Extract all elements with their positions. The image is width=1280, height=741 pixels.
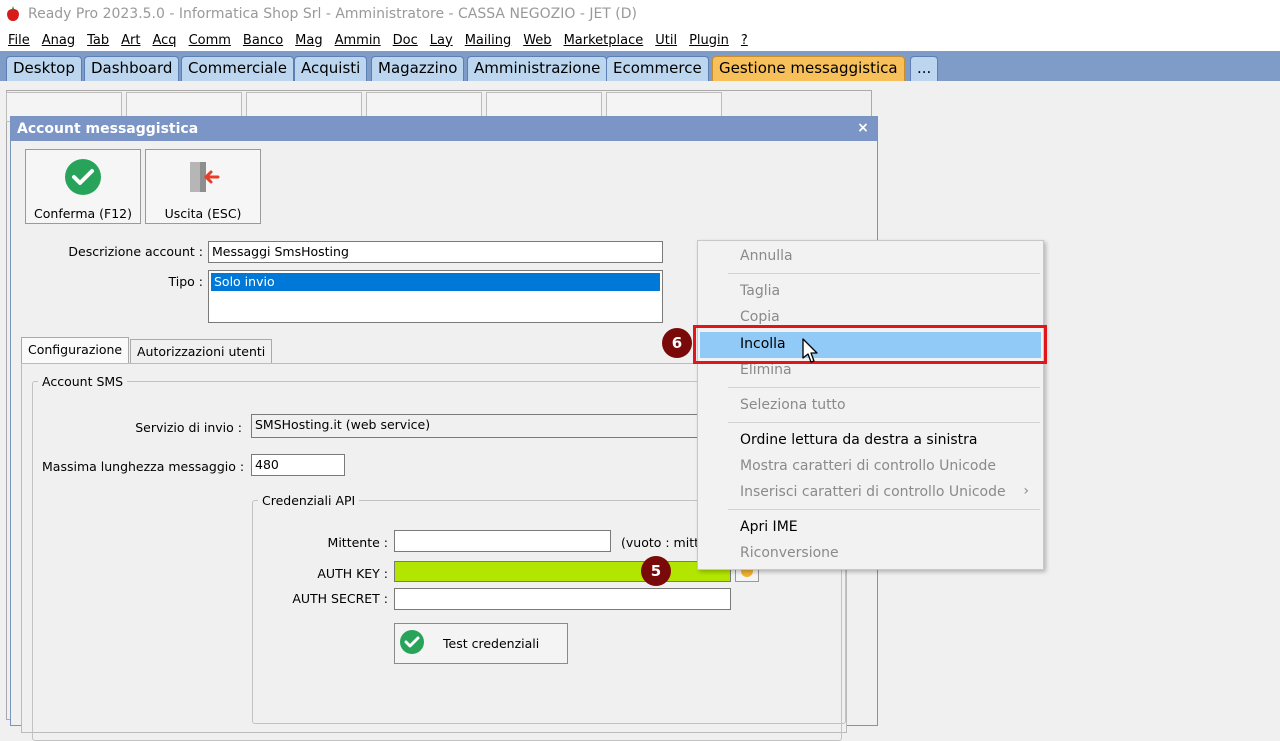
window-title-bar: Ready Pro 2023.5.0 - Informatica Shop Sr… bbox=[0, 0, 1280, 29]
menu-plugin[interactable]: Plugin bbox=[685, 33, 737, 48]
credenziali-api-group-title: Credenziali API bbox=[258, 493, 360, 508]
tipo-listbox[interactable]: Solo invio bbox=[208, 270, 663, 323]
tab-desktop[interactable]: Desktop bbox=[6, 56, 82, 81]
exit-label: Uscita (ESC) bbox=[164, 206, 242, 221]
tab-gestione-messaggistica[interactable]: Gestione messaggistica bbox=[712, 56, 905, 81]
test-credenziali-label: Test credenziali bbox=[443, 636, 540, 651]
tab-ecommerce[interactable]: Ecommerce bbox=[606, 56, 709, 81]
menu-doc[interactable]: Doc bbox=[389, 33, 426, 48]
exit-door-icon bbox=[190, 162, 220, 192]
menu-banco[interactable]: Banco bbox=[239, 33, 291, 48]
menu-item-riconversione[interactable]: Riconversione bbox=[700, 541, 1041, 567]
menu-item-ordine-lettura[interactable]: Ordine lettura da destra a sinistra bbox=[700, 428, 1041, 454]
menu-ammin[interactable]: Ammin bbox=[331, 33, 389, 48]
tab-configurazione[interactable]: Configurazione bbox=[21, 337, 130, 364]
tipo-label: Tipo : bbox=[168, 274, 204, 289]
auth-key-label: AUTH KEY : bbox=[317, 566, 388, 581]
step-badge-5: 5 bbox=[641, 556, 671, 586]
max-len-label: Massima lunghezza messaggio : bbox=[42, 459, 245, 474]
tab-commerciale[interactable]: Commerciale bbox=[181, 56, 294, 81]
account-sms-group-title: Account SMS bbox=[38, 374, 128, 389]
tab-acquisti[interactable]: Acquisti bbox=[294, 56, 368, 81]
test-credenziali-button[interactable]: Test credenziali bbox=[394, 623, 568, 664]
mouse-cursor-icon bbox=[802, 338, 818, 363]
auth-secret-label: AUTH SECRET : bbox=[292, 591, 388, 606]
tab-dashboard[interactable]: Dashboard bbox=[84, 56, 180, 81]
menu-acq[interactable]: Acq bbox=[148, 33, 184, 48]
menu-tab[interactable]: Tab bbox=[83, 33, 117, 48]
menu-item-seleziona-tutto[interactable]: Seleziona tutto bbox=[700, 393, 1041, 419]
menu-item-annulla[interactable]: Annulla bbox=[700, 244, 1041, 270]
auth-key-input[interactable] bbox=[394, 561, 731, 582]
tab-amministrazione[interactable]: Amministrazione bbox=[467, 56, 608, 81]
step-badge-6: 6 bbox=[662, 328, 692, 358]
mittente-label: Mittente : bbox=[327, 535, 388, 550]
menu-separator bbox=[728, 509, 1040, 510]
mittente-input[interactable] bbox=[394, 530, 611, 552]
menu-mailing[interactable]: Mailing bbox=[461, 33, 520, 48]
auth-secret-input[interactable] bbox=[394, 588, 731, 610]
menu-item-inserisci-label: Inserisci caratteri di controllo Unicode bbox=[740, 484, 1006, 500]
menu-item-apri-ime[interactable]: Apri IME bbox=[700, 515, 1041, 541]
tab-more[interactable]: ... bbox=[910, 56, 939, 81]
tab-autorizzazioni-utenti[interactable]: Autorizzazioni utenti bbox=[130, 339, 273, 363]
dialog-title: Account messaggistica bbox=[11, 117, 877, 141]
menu-util[interactable]: Util bbox=[651, 33, 685, 48]
menu-item-mostra-caratteri[interactable]: Mostra caratteri di controllo Unicode bbox=[700, 454, 1041, 480]
confirm-label: Conferma (F12) bbox=[34, 206, 132, 221]
strawberry-app-icon bbox=[7, 6, 19, 21]
menu-separator bbox=[728, 422, 1040, 423]
check-circle-icon bbox=[400, 630, 424, 654]
tipo-option-selected[interactable]: Solo invio bbox=[211, 273, 660, 291]
menu-separator bbox=[728, 387, 1040, 388]
highlight-box bbox=[693, 325, 1047, 364]
check-circle-icon bbox=[65, 159, 101, 195]
exit-button[interactable]: Uscita (ESC) bbox=[145, 149, 261, 224]
menu-mag[interactable]: Mag bbox=[291, 33, 330, 48]
submenu-chevron-icon: › bbox=[1023, 483, 1029, 499]
menu-file[interactable]: File bbox=[4, 33, 38, 48]
menu-marketplace[interactable]: Marketplace bbox=[560, 33, 652, 48]
window-title: Ready Pro 2023.5.0 - Informatica Shop Sr… bbox=[28, 6, 638, 22]
edit-context-menu: Annulla Taglia Copia Incolla Elimina Sel… bbox=[697, 240, 1044, 570]
tab-magazzino[interactable]: Magazzino bbox=[371, 56, 465, 81]
menu-art[interactable]: Art bbox=[117, 33, 148, 48]
menu-separator bbox=[728, 273, 1040, 274]
menu-help[interactable]: ? bbox=[737, 33, 756, 48]
menu-item-taglia[interactable]: Taglia bbox=[700, 279, 1041, 305]
menu-item-inserisci-caratteri[interactable]: Inserisci caratteri di controllo Unicode… bbox=[700, 480, 1041, 506]
max-len-input[interactable]: 480 bbox=[251, 454, 345, 476]
menu-anag[interactable]: Anag bbox=[38, 33, 83, 48]
descrizione-label: Descrizione account : bbox=[68, 244, 203, 259]
confirm-button[interactable]: Conferma (F12) bbox=[25, 149, 141, 224]
dialog-close-icon[interactable]: × bbox=[854, 120, 872, 138]
descrizione-input[interactable]: Messaggi SmsHosting bbox=[208, 241, 663, 263]
menu-web[interactable]: Web bbox=[519, 33, 559, 48]
module-tab-strip: Desktop Dashboard Commerciale Acquisti M… bbox=[0, 51, 1280, 81]
servizio-label: Servizio di invio : bbox=[135, 420, 242, 435]
menu-comm[interactable]: Comm bbox=[185, 33, 239, 48]
menu-lay[interactable]: Lay bbox=[426, 33, 461, 48]
menu-bar: File Anag Tab Art Acq Comm Banco Mag Amm… bbox=[0, 29, 1280, 51]
